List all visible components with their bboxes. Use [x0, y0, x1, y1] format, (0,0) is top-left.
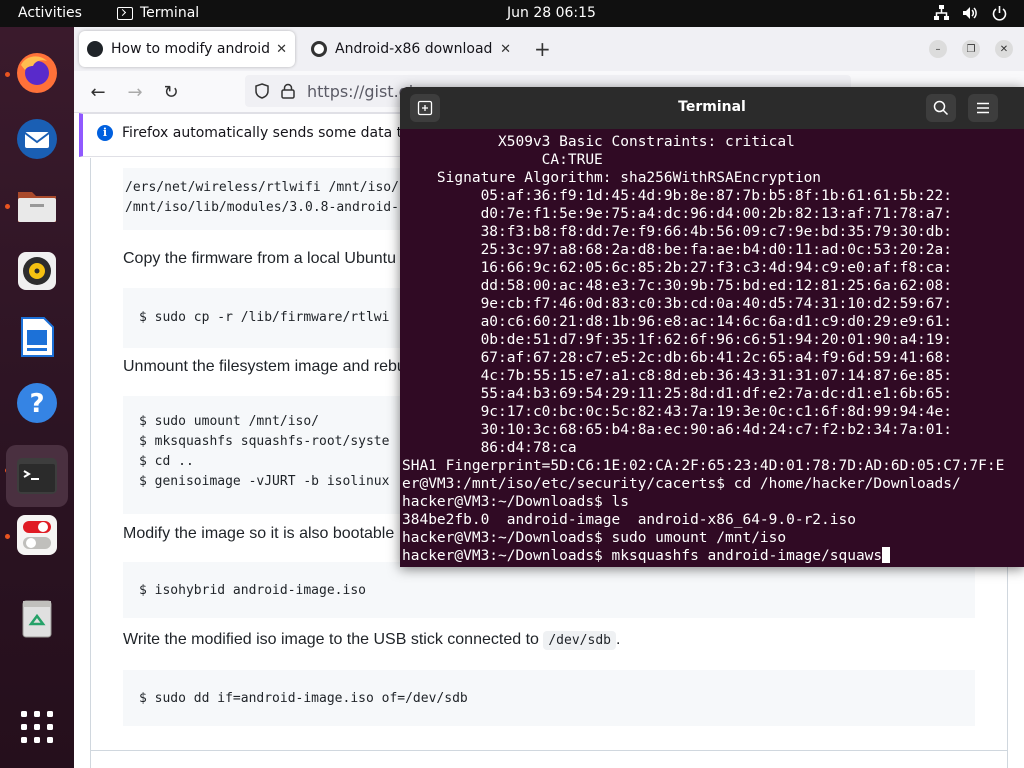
terminal-line: hacker@VM3:~/Downloads$ sudo umount /mnt… [402, 530, 787, 546]
paragraph: Unmount the filesystem image and rebu [123, 358, 406, 375]
paragraph: Copy the firmware from a local Ubuntu [123, 250, 396, 267]
terminal-line: 38:f3:b8:f8:dd:7e:f9:66:4b:56:09:c7:9e:b… [402, 224, 952, 240]
notification-message: Firefox automatically sends some data to… [122, 125, 428, 141]
files-icon [18, 192, 56, 222]
app-grid-icon [21, 711, 53, 743]
terminal-line: a0:c6:60:21:d8:1b:96:e8:ac:14:6c:6a:d1:c… [402, 314, 952, 330]
terminal-line: CA:TRUE [402, 152, 603, 168]
volume-icon[interactable] [962, 4, 979, 22]
dock-rhythmbox[interactable] [13, 247, 61, 295]
forward-button[interactable]: → [123, 80, 147, 104]
running-indicator [5, 72, 10, 77]
terminal-line: 25:3c:97:a8:68:2a:d8:be:fa:ae:b4:d0:11:a… [402, 242, 952, 258]
terminal-line: 384be2fb.0 android-image android-x86_64-… [402, 512, 856, 528]
close-icon[interactable]: ✕ [500, 42, 511, 57]
new-tab-button[interactable]: + [534, 37, 551, 61]
command-input[interactable]: hacker@VM3:~/Downloads$ mksquashfs andro… [402, 548, 882, 564]
terminal-line: er@VM3:/mnt/iso/etc/security/cacerts$ cd… [402, 476, 961, 492]
terminal-prompt-line[interactable]: hacker@VM3:~/Downloads$ mksquashfs andro… [402, 547, 1024, 565]
tab-android-download[interactable]: Android-x86 download la ✕ [303, 31, 519, 67]
terminal-line: dd:58:00:ac:48:e3:7c:30:9b:75:bd:ed:12:8… [402, 278, 952, 294]
paragraph-text: Write the modified iso image to the USB … [123, 631, 544, 648]
help-icon: ? [17, 383, 57, 423]
terminal-line: 86:d4:78:ca [402, 440, 577, 456]
activities-button[interactable]: Activities [18, 5, 82, 21]
terminal-line: hacker@VM3:~/Downloads$ ls [402, 494, 629, 510]
dock-thunderbird[interactable] [13, 115, 61, 163]
paragraph: Write the modified iso image to the USB … [123, 631, 621, 650]
power-icon[interactable] [991, 4, 1008, 22]
lock-icon[interactable] [281, 83, 295, 99]
url-text: https://gist.gi [307, 82, 414, 101]
terminal-line: X509v3 Basic Constraints: critical [402, 134, 795, 150]
minimize-button[interactable]: – [929, 40, 947, 58]
terminal-line: 67:af:67:28:c7:e5:2c:db:6b:41:2c:65:a4:f… [402, 350, 952, 366]
dock-files[interactable] [13, 181, 61, 229]
terminal-line: 9e:cb:f7:46:0d:83:c0:3b:cd:0a:40:d5:74:3… [402, 296, 952, 312]
terminal-line: d0:7e:f1:5e:9e:75:a4:dc:96:d4:00:2b:82:1… [402, 206, 952, 222]
sourceforge-icon [311, 41, 327, 57]
text-cursor [882, 547, 891, 563]
terminal-app-icon [117, 6, 133, 20]
dock-settings[interactable] [13, 511, 61, 559]
terminal-line: 05:af:36:f9:1d:45:4d:9b:8e:87:7b:b5:8f:1… [402, 188, 952, 204]
terminal-line: 9c:17:c0:bc:0c:5c:82:43:7a:19:3e:0c:c1:6… [402, 404, 952, 420]
terminal-line: Signature Algorithm: sha256WithRSAEncryp… [402, 170, 822, 186]
content-border [91, 750, 1007, 751]
dock-terminal[interactable] [6, 445, 68, 507]
clock[interactable]: Jun 28 06:15 [507, 5, 596, 21]
system-tray[interactable] [933, 4, 1008, 22]
dock: ? [0, 27, 74, 768]
trash-icon [22, 600, 52, 638]
settings-icon [17, 515, 57, 555]
terminal-window[interactable]: Terminal X509v3 Basic Constraints: criti… [400, 87, 1024, 567]
thunderbird-icon [17, 119, 57, 159]
terminal-icon [17, 458, 57, 494]
top-bar: Activities Terminal Jun 28 06:15 [0, 0, 1024, 27]
info-icon: i [97, 125, 113, 141]
shield-icon[interactable] [254, 83, 270, 99]
tab-title: How to modify android-x [111, 41, 271, 57]
terminal-line: SHA1 Fingerprint=5D:C6:1E:02:CA:2F:65:23… [402, 458, 1005, 474]
network-icon[interactable] [933, 4, 950, 22]
tab-how-to-modify[interactable]: How to modify android-x ✕ [79, 31, 295, 67]
code-block: $ isohybrid android-image.iso [123, 562, 975, 618]
rhythmbox-icon [18, 252, 56, 290]
terminal-line: 4c:7b:55:15:e7:a1:c8:8d:eb:36:43:31:31:0… [402, 368, 952, 384]
github-icon [87, 41, 103, 57]
code-line: $ isohybrid android-image.iso [139, 583, 366, 598]
dock-firefox[interactable] [13, 49, 61, 97]
dock-trash[interactable] [13, 595, 61, 643]
firefox-icon [17, 53, 57, 93]
reload-button[interactable]: ↻ [159, 80, 183, 104]
dock-writer[interactable] [13, 313, 61, 361]
maximize-button[interactable]: ❐ [962, 40, 980, 58]
svg-text:?: ? [29, 389, 44, 419]
terminal-line: 0b:de:51:d7:9f:35:1f:62:6f:96:c6:51:94:2… [402, 332, 952, 348]
paragraph: Modify the image so it is also bootable [123, 525, 395, 542]
dock-app-grid[interactable] [13, 703, 61, 751]
code-block: $ sudo dd if=android-image.iso of=/dev/s… [123, 670, 975, 726]
inline-code: /dev/sdb [543, 631, 616, 650]
search-icon[interactable] [926, 94, 956, 122]
paragraph-text: . [615, 631, 621, 648]
close-window-button[interactable]: ✕ [995, 40, 1013, 58]
back-button[interactable]: ← [86, 80, 110, 104]
close-icon[interactable]: ✕ [276, 42, 287, 57]
tab-strip: How to modify android-x ✕ Android-x86 do… [74, 27, 1024, 71]
running-indicator [5, 204, 10, 209]
running-indicator [5, 534, 10, 539]
code-line: $ sudo dd if=android-image.iso of=/dev/s… [139, 691, 468, 706]
hamburger-menu-icon[interactable] [968, 94, 998, 122]
dock-help[interactable]: ? [13, 379, 61, 427]
terminal-line: 30:10:3c:68:65:b4:8a:ec:90:a6:4d:24:c7:f… [402, 422, 952, 438]
terminal-line: 16:66:9c:62:05:6c:85:2b:27:f3:c3:4d:94:c… [402, 260, 952, 276]
terminal-line: 55:a4:b3:69:54:29:11:25:8d:d1:df:e2:7a:d… [402, 386, 952, 402]
tab-title: Android-x86 download la [335, 41, 495, 57]
terminal-output[interactable]: X509v3 Basic Constraints: critical CA:TR… [402, 133, 1024, 565]
app-menu[interactable]: Terminal [117, 5, 199, 21]
terminal-header[interactable]: Terminal [400, 87, 1024, 129]
app-menu-label: Terminal [140, 5, 200, 21]
writer-icon [21, 317, 54, 357]
